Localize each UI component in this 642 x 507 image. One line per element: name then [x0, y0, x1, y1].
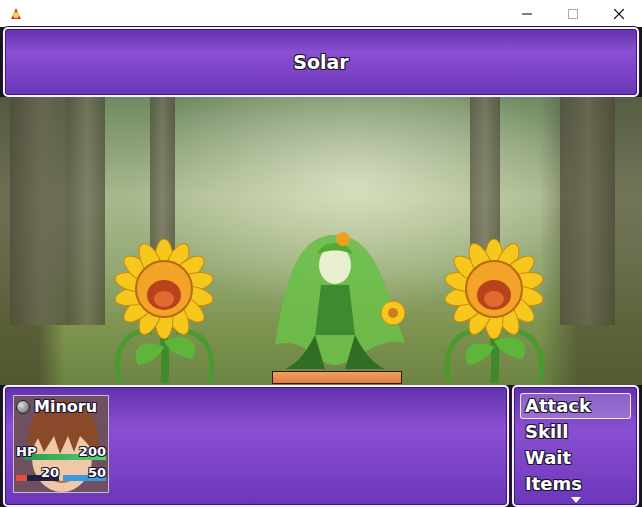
minimize-button[interactable] [504, 0, 550, 27]
resource-value: 50 [88, 465, 106, 480]
command-label: Skill [525, 421, 568, 442]
command-window: Attack Skill Wait Items [512, 385, 639, 507]
actor-face: Minoru HP 200 20 50 [13, 395, 109, 493]
command-item[interactable]: Skill [520, 419, 631, 445]
sunflower-enemy-icon[interactable] [422, 237, 567, 385]
app-icon [8, 2, 24, 26]
resource-gauge: 20 [16, 465, 59, 482]
scroll-down-icon[interactable] [571, 497, 581, 503]
title-bar [0, 0, 642, 27]
command-item[interactable]: Items [520, 471, 631, 497]
enemy-hp-gauge [272, 371, 402, 384]
command-item[interactable]: Attack [520, 393, 631, 419]
sunflower-enemy-icon[interactable] [92, 237, 237, 385]
enemy-hp-fill [273, 372, 401, 383]
help-window: Solar [3, 27, 639, 97]
actor-name: Minoru [34, 397, 97, 417]
command-label: Attack [525, 395, 591, 416]
resource-value: 20 [41, 465, 59, 480]
status-window: Minoru HP 200 20 50 [3, 385, 509, 507]
dryad-enemy-icon[interactable] [255, 225, 415, 371]
command-item[interactable]: Wait [520, 445, 631, 471]
enemy-name: Solar [293, 48, 348, 77]
resource-gauge: 50 [63, 465, 106, 482]
command-label: Items [525, 473, 582, 494]
close-button[interactable] [596, 0, 642, 27]
hp-gauge: HP 200 [16, 444, 106, 461]
bottom-panel: Minoru HP 200 20 50 Attack Skill Wait Items [0, 385, 642, 507]
command-label: Wait [525, 447, 571, 468]
maximize-button[interactable] [550, 0, 596, 27]
hp-label: HP [16, 444, 36, 459]
hp-value: 200 [79, 444, 106, 459]
battle-scene [0, 97, 642, 385]
resource-fill [16, 475, 27, 481]
state-icon [16, 400, 30, 414]
